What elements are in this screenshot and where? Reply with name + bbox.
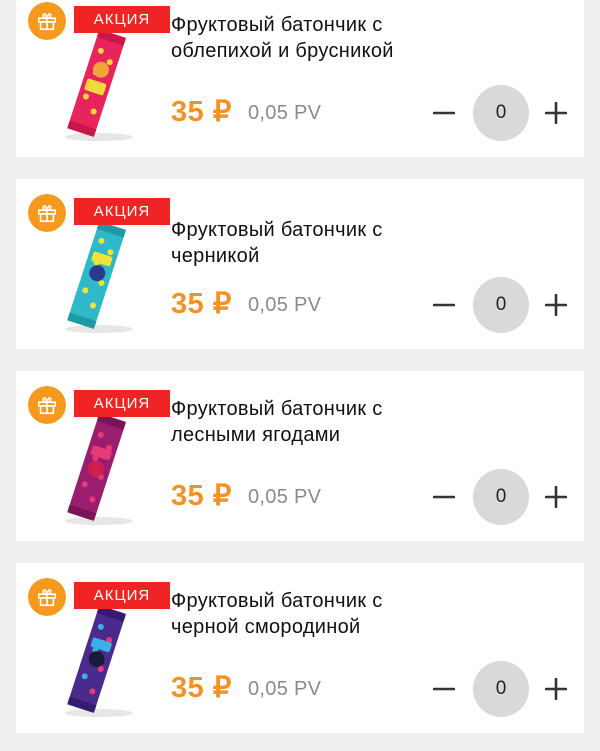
increment-button[interactable]: [543, 484, 569, 510]
product-image[interactable]: [54, 601, 138, 721]
promo-badge: АКЦИЯ: [74, 6, 170, 33]
quantity-display[interactable]: 0: [473, 277, 529, 333]
increment-button[interactable]: [543, 292, 569, 318]
plus-icon: [545, 678, 567, 700]
minus-icon: [433, 495, 455, 499]
product-title[interactable]: Фруктовый батончик с облепихой и брусник…: [171, 12, 471, 64]
product-title[interactable]: Фруктовый батончик с лесными ягодами: [171, 396, 471, 448]
plus-icon: [545, 102, 567, 124]
product-title[interactable]: Фруктовый батончик с черникой: [171, 217, 471, 269]
product-pv: 0,05 PV: [248, 678, 322, 700]
minus-icon: [433, 303, 455, 307]
product-price: 35 ₽: [171, 480, 232, 512]
quantity-display[interactable]: 0: [473, 85, 529, 141]
product-pv: 0,05 PV: [248, 294, 322, 316]
product-card[interactable]: АКЦИЯ Фруктовый батончик: [16, 563, 584, 733]
product-title[interactable]: Фруктовый батончик с черной смородиной: [171, 588, 471, 640]
product-image[interactable]: [54, 25, 138, 145]
product-price: 35 ₽: [171, 672, 232, 704]
gift-icon: [28, 194, 66, 232]
decrement-button[interactable]: [431, 484, 457, 510]
decrement-button[interactable]: [431, 676, 457, 702]
promo-badge: АКЦИЯ: [74, 198, 170, 225]
product-card[interactable]: АКЦИЯ Фруктовый батончик: [16, 179, 584, 349]
gift-icon: [28, 2, 66, 40]
promo-badge: АКЦИЯ: [74, 390, 170, 417]
product-image[interactable]: [54, 409, 138, 529]
product-pv: 0,05 PV: [248, 486, 322, 508]
quantity-display[interactable]: 0: [473, 469, 529, 525]
quantity-display[interactable]: 0: [473, 661, 529, 717]
gift-icon: [28, 386, 66, 424]
product-card[interactable]: АКЦИЯ Фруктовый батончик: [16, 371, 584, 541]
promo-badge: АКЦИЯ: [74, 582, 170, 609]
product-price: 35 ₽: [171, 288, 232, 320]
product-image[interactable]: [54, 217, 138, 337]
gift-icon: [28, 578, 66, 616]
plus-icon: [545, 294, 567, 316]
decrement-button[interactable]: [431, 100, 457, 126]
decrement-button[interactable]: [431, 292, 457, 318]
increment-button[interactable]: [543, 100, 569, 126]
minus-icon: [433, 111, 455, 115]
plus-icon: [545, 486, 567, 508]
minus-icon: [433, 687, 455, 691]
product-price: 35 ₽: [171, 96, 232, 128]
product-card[interactable]: АКЦИЯ Фруктовый батончик: [16, 0, 584, 157]
product-pv: 0,05 PV: [248, 102, 322, 124]
increment-button[interactable]: [543, 676, 569, 702]
